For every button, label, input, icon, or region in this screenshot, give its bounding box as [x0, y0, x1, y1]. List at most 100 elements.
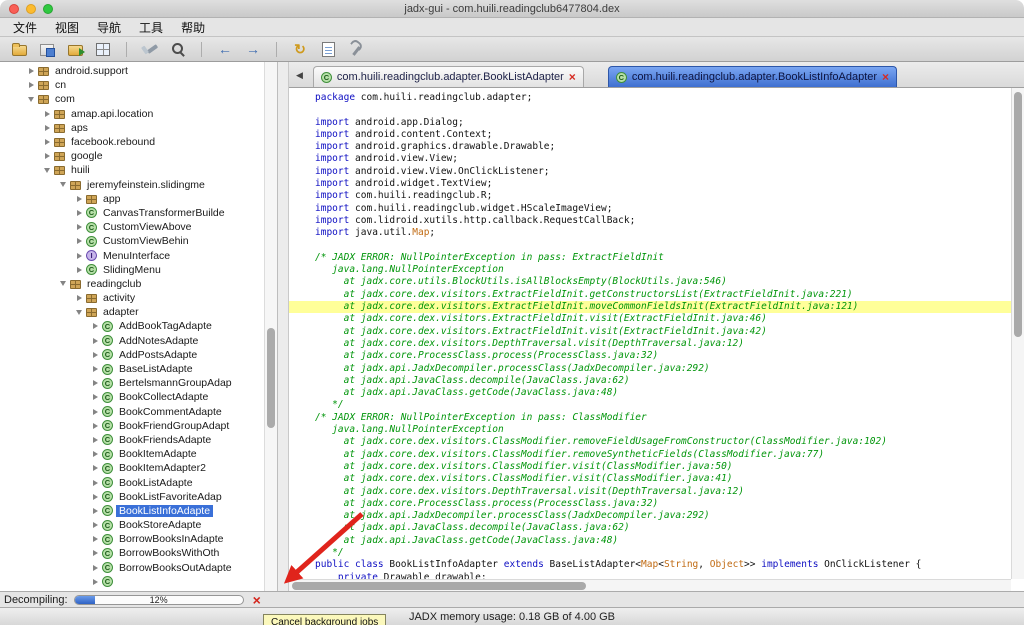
- expand-arrow-icon[interactable]: [90, 421, 100, 431]
- expand-arrow-icon[interactable]: [74, 222, 84, 232]
- tree-item[interactable]: C: [0, 575, 264, 589]
- tree-item[interactable]: C BorrowBooksInAdapte: [0, 532, 264, 546]
- code-editor[interactable]: package com.huili.readingclub.adapter; i…: [289, 88, 1024, 591]
- tree-item[interactable]: android.support: [0, 64, 264, 78]
- tree-item[interactable]: google: [0, 149, 264, 163]
- log-viewer-button[interactable]: [316, 39, 340, 60]
- tree-item[interactable]: cn: [0, 78, 264, 92]
- tree-item[interactable]: C SlidingMenu: [0, 263, 264, 277]
- tree-item[interactable]: aps: [0, 121, 264, 135]
- expand-arrow-icon[interactable]: [74, 208, 84, 218]
- expand-arrow-icon[interactable]: [90, 336, 100, 346]
- tab-close-button[interactable]: ×: [569, 71, 576, 83]
- expand-arrow-icon[interactable]: [74, 265, 84, 275]
- tree-item[interactable]: C BertelsmannGroupAdap: [0, 376, 264, 390]
- tree-item[interactable]: C CustomViewAbove: [0, 220, 264, 234]
- collapse-arrow-icon[interactable]: [58, 279, 68, 289]
- tab-scroll-left-button[interactable]: ◀: [296, 70, 303, 81]
- tree-scrollbar[interactable]: [264, 62, 277, 591]
- tree-item[interactable]: I MenuInterface: [0, 248, 264, 262]
- expand-arrow-icon[interactable]: [90, 378, 100, 388]
- reload-button[interactable]: [91, 39, 115, 60]
- menu-item-tools[interactable]: 工具: [130, 19, 172, 36]
- tree-item[interactable]: C AddPostsAdapte: [0, 348, 264, 362]
- tree-item[interactable]: facebook.rebound: [0, 135, 264, 149]
- expand-arrow-icon[interactable]: [90, 548, 100, 558]
- tree-item[interactable]: com: [0, 92, 264, 106]
- editor-vscrollbar[interactable]: [1011, 88, 1024, 579]
- tree-item[interactable]: readingclub: [0, 277, 264, 291]
- menu-item-help[interactable]: 帮助: [172, 19, 214, 36]
- expand-arrow-icon[interactable]: [42, 137, 52, 147]
- expand-arrow-icon[interactable]: [26, 80, 36, 90]
- tree-item[interactable]: adapter: [0, 305, 264, 319]
- tree-item[interactable]: C BookCollectAdapte: [0, 390, 264, 404]
- tree-item[interactable]: C CanvasTransformerBuilde: [0, 206, 264, 220]
- deobfuscation-button[interactable]: [138, 39, 162, 60]
- menu-item-view[interactable]: 视图: [46, 19, 88, 36]
- tree-item[interactable]: huili: [0, 163, 264, 177]
- editor-vscrollbar-thumb[interactable]: [1014, 92, 1022, 337]
- tree-item[interactable]: C BookListInfoAdapte: [0, 504, 264, 518]
- expand-arrow-icon[interactable]: [90, 350, 100, 360]
- expand-arrow-icon[interactable]: [90, 364, 100, 374]
- collapse-arrow-icon[interactable]: [26, 94, 36, 104]
- tree-item[interactable]: C BookItemAdapte: [0, 447, 264, 461]
- expand-arrow-icon[interactable]: [90, 534, 100, 544]
- minimize-button[interactable]: [26, 4, 36, 14]
- tree-item[interactable]: C BookStoreAdapte: [0, 518, 264, 532]
- menu-item-file[interactable]: 文件: [4, 19, 46, 36]
- expand-arrow-icon[interactable]: [90, 407, 100, 417]
- tree-item[interactable]: C CustomViewBehin: [0, 234, 264, 248]
- expand-arrow-icon[interactable]: [42, 109, 52, 119]
- expand-arrow-icon[interactable]: [74, 236, 84, 246]
- tree-item[interactable]: C BookFriendsAdapte: [0, 433, 264, 447]
- tree-item[interactable]: C BookItemAdapter2: [0, 461, 264, 475]
- nav-back-button[interactable]: ←: [213, 39, 237, 60]
- collapse-arrow-icon[interactable]: [74, 307, 84, 317]
- expand-arrow-icon[interactable]: [42, 151, 52, 161]
- tree-item[interactable]: C BorrowBooksOutAdapte: [0, 561, 264, 575]
- editor-hscrollbar[interactable]: [289, 579, 1011, 591]
- tree-item[interactable]: C BookFriendGroupAdapt: [0, 419, 264, 433]
- expand-arrow-icon[interactable]: [90, 492, 100, 502]
- expand-arrow-icon[interactable]: [90, 506, 100, 516]
- zoom-button[interactable]: [43, 4, 53, 14]
- expand-arrow-icon[interactable]: [90, 577, 100, 587]
- expand-arrow-icon[interactable]: [90, 435, 100, 445]
- expand-arrow-icon[interactable]: [90, 563, 100, 573]
- expand-arrow-icon[interactable]: [42, 123, 52, 133]
- tab-active[interactable]: Ccom.huili.readingclub.adapter.BookListI…: [607, 66, 898, 87]
- tree-scrollbar-thumb[interactable]: [267, 328, 275, 428]
- expand-arrow-icon[interactable]: [74, 293, 84, 303]
- tree-item[interactable]: C AddNotesAdapte: [0, 334, 264, 348]
- collapse-arrow-icon[interactable]: [42, 165, 52, 175]
- tab-close-button[interactable]: ×: [882, 71, 889, 83]
- export-gradle-button[interactable]: [63, 39, 87, 60]
- expand-arrow-icon[interactable]: [90, 520, 100, 530]
- open-file-button[interactable]: [7, 39, 31, 60]
- text-search-button[interactable]: [166, 39, 190, 60]
- tree-item[interactable]: C BorrowBooksWithOth: [0, 546, 264, 560]
- cancel-jobs-button[interactable]: ×: [253, 593, 261, 607]
- tree-item[interactable]: C BookListFavoriteAdap: [0, 490, 264, 504]
- tree-item[interactable]: C BookListAdapte: [0, 475, 264, 489]
- tree-item[interactable]: activity: [0, 291, 264, 305]
- tree-item[interactable]: amap.api.location: [0, 107, 264, 121]
- menu-item-navigation[interactable]: 导航: [88, 19, 130, 36]
- expand-arrow-icon[interactable]: [90, 463, 100, 473]
- package-tree[interactable]: android.support cn com amap.api.location aps…: [0, 64, 264, 591]
- sync-button[interactable]: ↻: [288, 39, 312, 60]
- expand-arrow-icon[interactable]: [26, 66, 36, 76]
- tree-item[interactable]: app: [0, 192, 264, 206]
- close-button[interactable]: [9, 4, 19, 14]
- panel-splitter[interactable]: [278, 62, 289, 591]
- expand-arrow-icon[interactable]: [74, 251, 84, 261]
- expand-arrow-icon[interactable]: [90, 321, 100, 331]
- expand-arrow-icon[interactable]: [90, 449, 100, 459]
- nav-forward-button[interactable]: →: [241, 39, 265, 60]
- tree-item[interactable]: jeremyfeinstein.slidingme: [0, 178, 264, 192]
- tab[interactable]: Ccom.huili.readingclub.adapter.BookListA…: [312, 66, 584, 87]
- tree-item[interactable]: C AddBookTagAdapte: [0, 319, 264, 333]
- expand-arrow-icon[interactable]: [90, 392, 100, 402]
